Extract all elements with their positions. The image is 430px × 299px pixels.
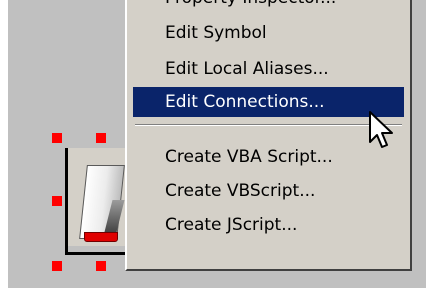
menu-item-create-vbscript[interactable]: Create VBScript... [133, 176, 404, 206]
switch-indicator-led [84, 232, 118, 242]
selection-handle-bottom-left[interactable] [52, 261, 62, 271]
menu-item-edit-local-aliases[interactable]: Edit Local Aliases... [133, 54, 404, 84]
menu-item-edit-connections[interactable]: Edit Connections... [133, 87, 404, 117]
menu-item-create-jscript[interactable]: Create JScript... [133, 210, 404, 240]
menu-item-property-inspector[interactable]: Property Inspector... [133, 0, 404, 13]
selection-handle-top[interactable] [96, 133, 106, 143]
menu-separator [135, 124, 402, 126]
selection-handle-bottom[interactable] [96, 261, 106, 271]
menu-item-edit-symbol[interactable]: Edit Symbol [133, 18, 404, 48]
menu-item-create-vba-script[interactable]: Create VBA Script... [133, 142, 404, 172]
arrow-cursor-icon [369, 111, 393, 148]
selection-handle-top-left[interactable] [52, 133, 62, 143]
selection-handle-left[interactable] [52, 196, 62, 206]
